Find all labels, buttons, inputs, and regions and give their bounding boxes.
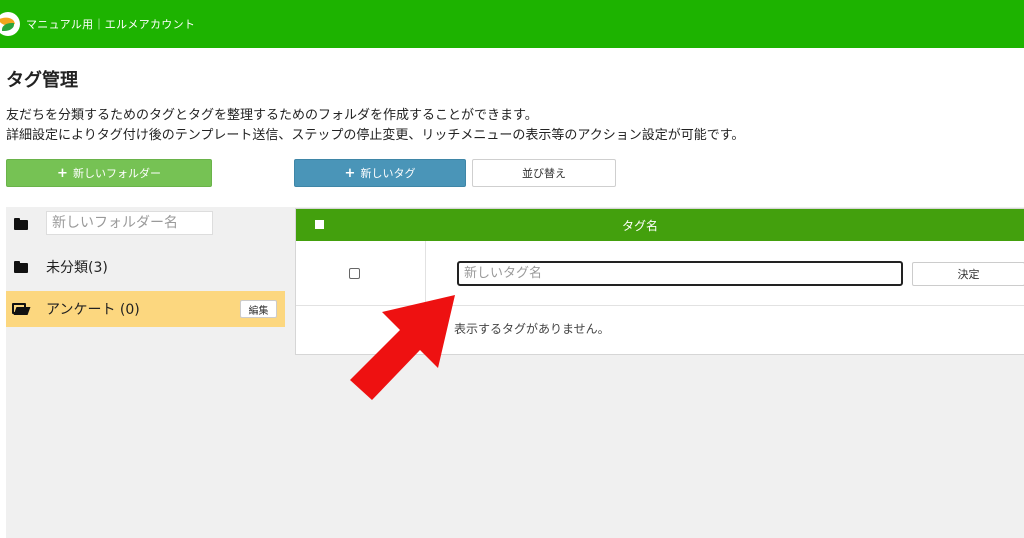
folder-item-survey[interactable]: アンケート (0) 編集 xyxy=(6,291,285,327)
new-tag-button-label: 新しいタグ xyxy=(360,167,416,180)
red-arrow-icon xyxy=(350,295,455,400)
sort-button[interactable]: 並び替え xyxy=(472,159,616,187)
edit-folder-button[interactable]: 編集 xyxy=(240,300,277,318)
folder-item-label: アンケート (0) xyxy=(46,302,140,318)
folder-icon xyxy=(14,261,28,273)
new-folder-row xyxy=(6,206,285,242)
account-name[interactable]: マニュアル用｜エルメアカウント xyxy=(26,16,195,32)
new-folder-button[interactable]: + 新しいフォルダー xyxy=(6,159,212,187)
top-bar: マニュアル用｜エルメアカウント xyxy=(0,0,1024,48)
tag-table-header: タグ名 xyxy=(296,209,1024,241)
new-folder-name-input[interactable] xyxy=(46,211,213,235)
folder-item-uncategorized[interactable]: 未分類(3) xyxy=(6,249,285,285)
plus-icon: + xyxy=(344,165,356,181)
new-tag-button[interactable]: + 新しいタグ xyxy=(294,159,466,187)
page-description-line-1: 友だちを分類するためのタグとタグを整理するためのフォルダを作成することができます… xyxy=(6,108,538,123)
new-folder-button-label: 新しいフォルダー xyxy=(72,167,161,180)
tag-name-column-header: タグ名 xyxy=(622,219,659,233)
new-tag-row-checkbox[interactable] xyxy=(349,268,360,279)
logo-icon xyxy=(0,12,20,36)
select-all-checkbox[interactable] xyxy=(315,220,324,229)
page-title: タグ管理 xyxy=(6,70,78,91)
folder-icon xyxy=(14,218,28,230)
folder-open-icon xyxy=(12,303,31,315)
page-description-line-2: 詳細設定によりタグ付け後のテンプレート送信、ステップの停止変更、リッチメニューの… xyxy=(6,128,745,143)
plus-icon: + xyxy=(57,165,68,181)
empty-tags-message: 表示するタグがありません。 xyxy=(454,322,610,336)
decide-button[interactable]: 決定 xyxy=(912,262,1024,286)
folder-item-label: 未分類(3) xyxy=(46,260,108,276)
new-tag-name-input[interactable] xyxy=(457,261,903,286)
